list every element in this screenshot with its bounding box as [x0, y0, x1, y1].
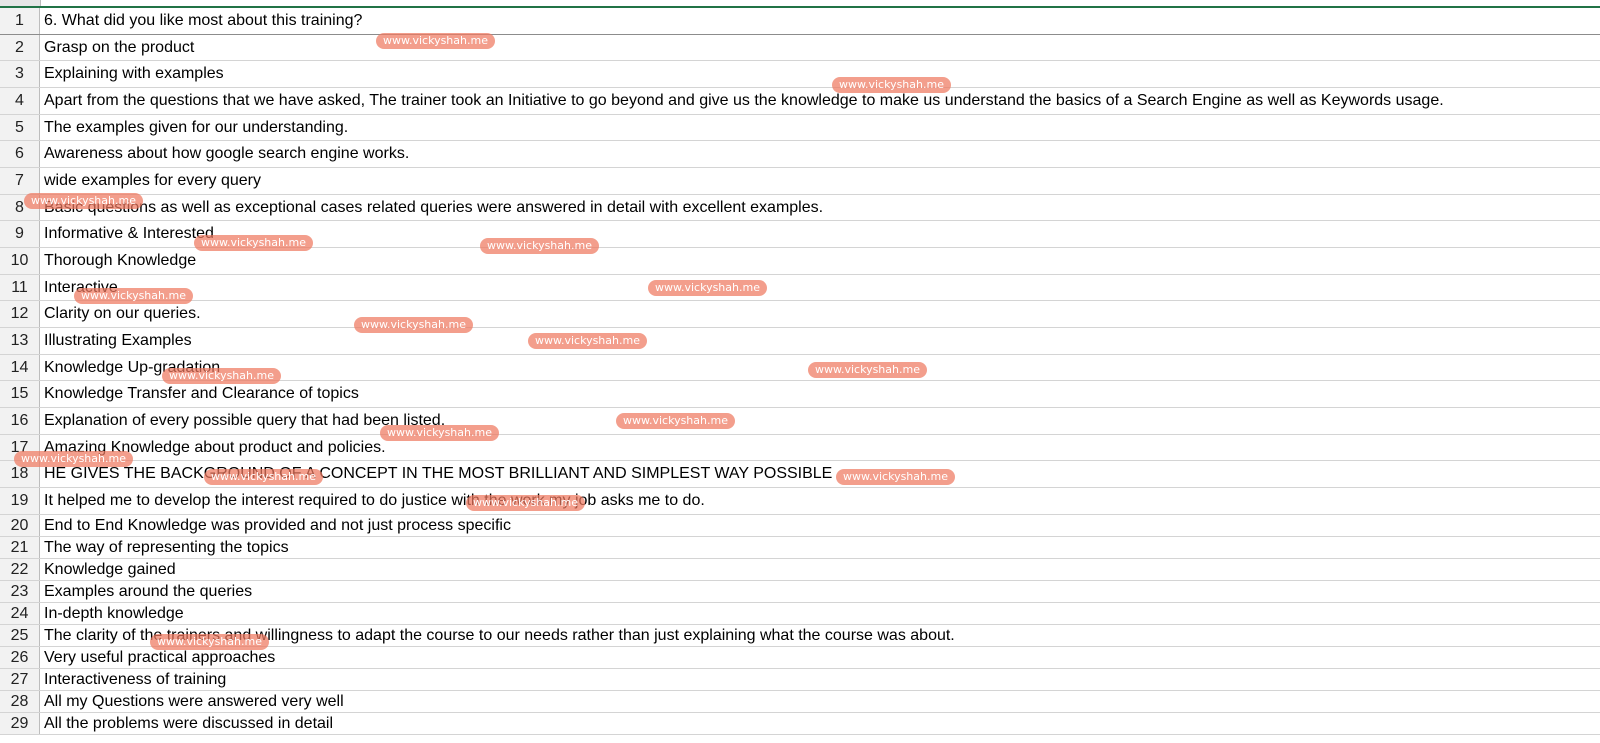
table-row: 28 All my Questions were answered very w… [0, 691, 1600, 713]
row-number[interactable]: 3 [0, 61, 40, 87]
spreadsheet-grid: 1 6. What did you like most about this t… [0, 8, 1600, 735]
table-row: 5 The examples given for our understandi… [0, 115, 1600, 141]
cell-a2[interactable]: Grasp on the product [40, 35, 1600, 60]
cell-a5[interactable]: The examples given for our understanding… [40, 115, 1600, 140]
row-number[interactable]: 28 [0, 691, 40, 712]
cell-a11[interactable]: Interactive [40, 275, 1600, 300]
cell-a16[interactable]: Explanation of every possible query that… [40, 408, 1600, 434]
cell-a9[interactable]: Informative & Interested [40, 221, 1600, 247]
cell-a21[interactable]: The way of representing the topics [40, 537, 1600, 558]
row-number[interactable]: 20 [0, 515, 40, 536]
row-number[interactable]: 10 [0, 248, 40, 274]
table-row: 17 Amazing Knowledge about product and p… [0, 435, 1600, 461]
table-row: 13 Illustrating Examples [0, 328, 1600, 355]
cell-a3[interactable]: Explaining with examples [40, 61, 1600, 87]
row-number[interactable]: 21 [0, 537, 40, 558]
cell-a22[interactable]: Knowledge gained [40, 559, 1600, 580]
cell-a28[interactable]: All my Questions were answered very well [40, 691, 1600, 712]
row-number[interactable]: 5 [0, 115, 40, 140]
table-row: 6 Awareness about how google search engi… [0, 141, 1600, 168]
row-number[interactable]: 19 [0, 488, 40, 514]
row-number[interactable]: 11 [0, 275, 40, 300]
row-number[interactable]: 26 [0, 647, 40, 668]
row-number[interactable]: 24 [0, 603, 40, 624]
row-number[interactable]: 12 [0, 301, 40, 327]
cell-a19[interactable]: It helped me to develop the interest req… [40, 488, 1600, 514]
table-row: 11 Interactive [0, 275, 1600, 301]
table-row: 1 6. What did you like most about this t… [0, 8, 1600, 35]
table-row: 3 Explaining with examples [0, 61, 1600, 88]
row-number[interactable]: 23 [0, 581, 40, 602]
table-row: 23 Examples around the queries [0, 581, 1600, 603]
row-number[interactable]: 14 [0, 355, 40, 380]
column-header-strip [0, 0, 1600, 8]
table-row: 12 Clarity on our queries. [0, 301, 1600, 328]
select-all-corner[interactable] [0, 0, 41, 6]
cell-a23[interactable]: Examples around the queries [40, 581, 1600, 602]
table-row: 21 The way of representing the topics [0, 537, 1600, 559]
row-number[interactable]: 29 [0, 713, 40, 734]
table-row: 27 Interactiveness of training [0, 669, 1600, 691]
row-number[interactable]: 1 [0, 8, 40, 34]
table-row: 15 Knowledge Transfer and Clearance of t… [0, 381, 1600, 408]
cell-a18[interactable]: HE GIVES THE BACKGROUND OF A CONCEPT IN … [40, 461, 1600, 487]
table-row: 26 Very useful practical approaches [0, 647, 1600, 669]
cell-a10[interactable]: Thorough Knowledge [40, 248, 1600, 274]
table-row: 24 In-depth knowledge [0, 603, 1600, 625]
table-row: 4 Apart from the questions that we have … [0, 88, 1600, 115]
row-number[interactable]: 2 [0, 35, 40, 60]
cell-a12[interactable]: Clarity on our queries. [40, 301, 1600, 327]
row-number[interactable]: 27 [0, 669, 40, 690]
table-row: 14 Knowledge Up-gradation [0, 355, 1600, 381]
table-row: 8 Basic questions as well as exceptional… [0, 195, 1600, 221]
row-number[interactable]: 4 [0, 88, 40, 114]
cell-a24[interactable]: In-depth knowledge [40, 603, 1600, 624]
table-row: 25 The clarity of the trainers and willi… [0, 625, 1600, 647]
row-number[interactable]: 6 [0, 141, 40, 167]
table-row: 16 Explanation of every possible query t… [0, 408, 1600, 435]
table-row: 22 Knowledge gained [0, 559, 1600, 581]
table-row: 2 Grasp on the product [0, 35, 1600, 61]
table-row: 7 wide examples for every query [0, 168, 1600, 195]
table-row: 9 Informative & Interested [0, 221, 1600, 248]
row-number[interactable]: 18 [0, 461, 40, 487]
table-row: 18 HE GIVES THE BACKGROUND OF A CONCEPT … [0, 461, 1600, 488]
row-number[interactable]: 8 [0, 195, 40, 220]
cell-a4[interactable]: Apart from the questions that we have as… [40, 88, 1600, 114]
cell-a13[interactable]: Illustrating Examples [40, 328, 1600, 354]
cell-a8[interactable]: Basic questions as well as exceptional c… [40, 195, 1600, 220]
table-row: 19 It helped me to develop the interest … [0, 488, 1600, 515]
cell-a15[interactable]: Knowledge Transfer and Clearance of topi… [40, 381, 1600, 407]
table-row: 29 All the problems were discussed in de… [0, 713, 1600, 735]
cell-a14[interactable]: Knowledge Up-gradation [40, 355, 1600, 380]
cell-a29[interactable]: All the problems were discussed in detai… [40, 713, 1600, 734]
row-number[interactable]: 15 [0, 381, 40, 407]
cell-a20[interactable]: End to End Knowledge was provided and no… [40, 515, 1600, 536]
table-row: 20 End to End Knowledge was provided and… [0, 515, 1600, 537]
row-number[interactable]: 25 [0, 625, 40, 646]
row-number[interactable]: 9 [0, 221, 40, 247]
cell-a6[interactable]: Awareness about how google search engine… [40, 141, 1600, 167]
cell-a17[interactable]: Amazing Knowledge about product and poli… [40, 435, 1600, 460]
table-row: 10 Thorough Knowledge [0, 248, 1600, 275]
cell-a26[interactable]: Very useful practical approaches [40, 647, 1600, 668]
row-number[interactable]: 16 [0, 408, 40, 434]
row-number[interactable]: 13 [0, 328, 40, 354]
cell-a7[interactable]: wide examples for every query [40, 168, 1600, 194]
row-number[interactable]: 17 [0, 435, 40, 460]
cell-a25[interactable]: The clarity of the trainers and willingn… [40, 625, 1600, 646]
row-number[interactable]: 22 [0, 559, 40, 580]
cell-a27[interactable]: Interactiveness of training [40, 669, 1600, 690]
row-number[interactable]: 7 [0, 168, 40, 194]
cell-a1[interactable]: 6. What did you like most about this tra… [40, 8, 1600, 34]
